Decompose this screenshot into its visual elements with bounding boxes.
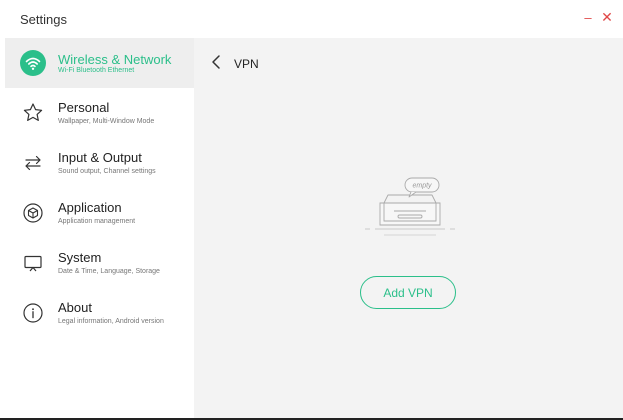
sidebar-item-subtitle: Wi-Fi Bluetooth Ethernet <box>58 67 135 74</box>
sidebar: Wireless & Network Wi-Fi Bluetooth Ether… <box>5 38 194 418</box>
sidebar-item-subtitle: Application management <box>58 218 136 225</box>
page-title: VPN <box>234 57 259 71</box>
add-vpn-button[interactable]: Add VPN <box>360 276 456 309</box>
sidebar-item-subtitle: Legal information, Android version <box>58 318 164 325</box>
info-icon <box>20 300 46 326</box>
swap-arrows-icon <box>20 150 46 176</box>
sidebar-item-application[interactable]: Application Application management <box>5 188 194 238</box>
settings-window: Settings – ✕ Wireless & Network Wi-Fi Bl… <box>0 0 623 420</box>
content-panel: VPN empty Add VPN <box>194 38 623 418</box>
sidebar-item-about[interactable]: About Legal information, Android version <box>5 288 194 338</box>
sidebar-item-label: Input & Output <box>58 150 142 165</box>
sidebar-item-personal[interactable]: Personal Wallpaper, Multi-Window Mode <box>5 88 194 138</box>
sidebar-item-label: System <box>58 250 102 265</box>
star-icon <box>20 100 46 126</box>
close-button[interactable]: ✕ <box>600 9 614 25</box>
window-title: Settings <box>20 12 67 27</box>
sidebar-item-label: About <box>58 300 92 315</box>
sidebar-item-label: Wireless & Network <box>58 52 172 67</box>
title-bar: Settings – ✕ <box>0 0 623 38</box>
sidebar-item-system[interactable]: System Date & Time, Language, Storage <box>5 238 194 288</box>
sidebar-item-label: Personal <box>58 100 110 115</box>
empty-label: empty <box>412 183 432 190</box>
sidebar-item-wireless-network[interactable]: Wireless & Network Wi-Fi Bluetooth Ether… <box>5 38 194 88</box>
chevron-left-icon[interactable] <box>210 54 222 70</box>
sidebar-item-subtitle: Wallpaper, Multi-Window Mode <box>58 118 155 125</box>
cube-icon <box>20 200 46 226</box>
sidebar-item-subtitle: Date & Time, Language, Storage <box>58 268 160 275</box>
wifi-icon <box>20 50 46 76</box>
sidebar-item-label: Application <box>58 200 122 215</box>
minimize-button[interactable]: – <box>581 10 595 26</box>
sidebar-item-input-output[interactable]: Input & Output Sound output, Channel set… <box>5 138 194 188</box>
empty-tray-icon: empty <box>364 173 456 243</box>
monitor-icon <box>20 250 46 276</box>
sidebar-item-subtitle: Sound output, Channel settings <box>58 168 156 175</box>
